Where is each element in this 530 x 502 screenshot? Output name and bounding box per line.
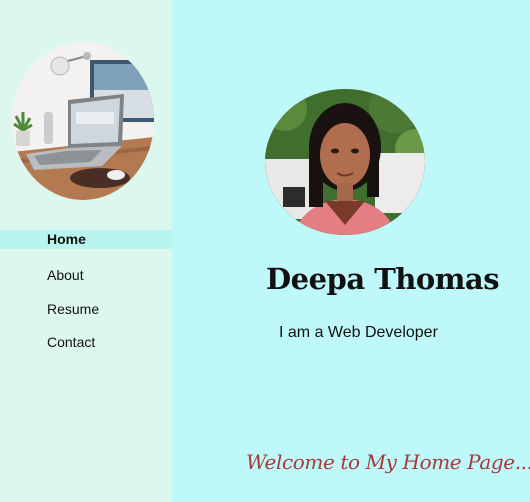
profile-name: Deepa Thomas bbox=[266, 262, 500, 296]
nav-item-home[interactable]: Home bbox=[0, 230, 172, 249]
profile-tagline: I am a Web Developer bbox=[279, 324, 438, 341]
nav-item-resume[interactable]: Resume bbox=[0, 300, 172, 318]
laptop-desk-image bbox=[12, 42, 154, 200]
sidebar: Home About Resume Contact bbox=[0, 0, 172, 502]
main-content: Deepa Thomas I am a Web Developer Welcom… bbox=[172, 0, 530, 502]
profile-photo bbox=[265, 89, 425, 235]
sidebar-nav: Home About Resume Contact bbox=[0, 230, 172, 351]
nav-item-about[interactable]: About bbox=[0, 266, 172, 284]
nav-item-contact[interactable]: Contact bbox=[0, 333, 172, 351]
welcome-message: Welcome to My Home Page... bbox=[246, 450, 530, 474]
